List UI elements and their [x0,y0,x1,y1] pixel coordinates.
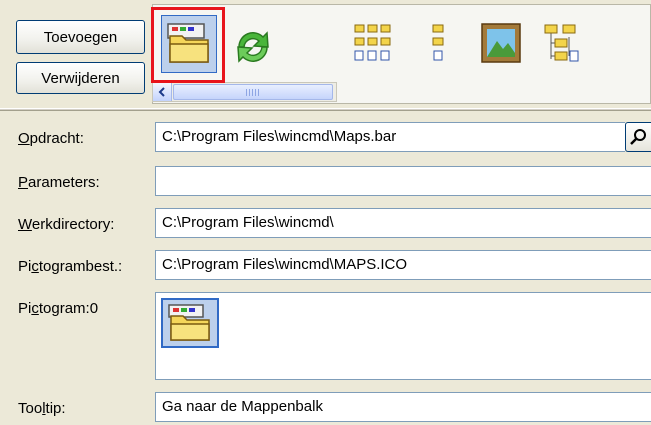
magnifier-icon [630,129,646,145]
icon-label: Pictogram:0 [18,300,99,317]
button-bar-panel: Toevoegen Verwijderen [0,0,651,108]
scroll-left-icon[interactable] [153,83,172,101]
tooltip-field[interactable]: Ga naar de Mappenbalk [155,392,651,422]
remove-button[interactable]: Verwijderen [16,62,145,94]
thumbnail-view-icon[interactable] [481,23,521,63]
divider [0,108,651,111]
browse-button[interactable] [625,122,651,152]
mappenbalk-icon[interactable] [161,298,219,348]
workdir-label: Werkdirectory: [18,216,115,233]
selection-highlight [151,7,225,83]
icon-list[interactable] [155,292,651,380]
parameters-field[interactable] [155,166,651,196]
brief-view-icon[interactable] [353,23,393,67]
command-field[interactable]: C:\Program Files\wincmd\Maps.bar [155,122,625,152]
command-label: Opdracht: [18,130,84,147]
button-bar-scrollbar[interactable] [152,82,337,102]
tree-view-icon[interactable] [541,23,585,67]
workdir-field[interactable]: C:\Program Files\wincmd\ [155,208,651,238]
add-button[interactable]: Toevoegen [16,20,145,54]
scrollbar-thumb[interactable] [173,84,333,100]
iconfile-field[interactable]: C:\Program Files\wincmd\MAPS.ICO [155,250,651,280]
refresh-icon[interactable] [231,25,275,69]
parameters-label: Parameters: [18,174,100,191]
list-view-icon[interactable] [429,23,449,67]
iconfile-label: Pictogrambest.: [18,258,123,275]
tooltip-label: Tooltip: [18,400,66,417]
